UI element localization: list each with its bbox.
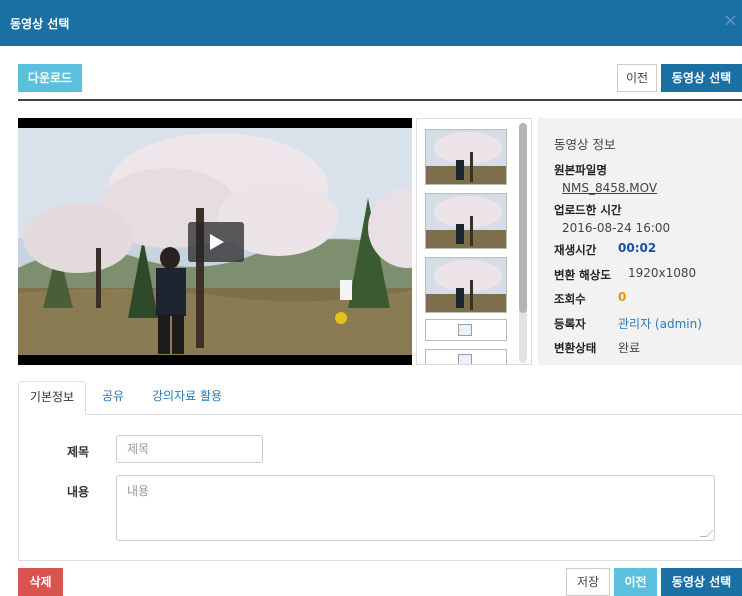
dialog-title: 동영상 선택: [10, 17, 70, 31]
broken-image-icon: [458, 354, 472, 364]
broken-image-icon: [458, 324, 472, 336]
title-input[interactable]: 제목: [116, 435, 263, 463]
video-player[interactable]: [18, 118, 412, 365]
tab-lecture-material[interactable]: 강의자료 활용: [152, 381, 222, 415]
video-info-panel: 동영상 정보 원본파일명 NMS_8458.MOV 업로드한 시간 2016-0…: [538, 118, 742, 365]
status-value: 완료: [618, 341, 641, 355]
original-filename-label: 원본파일명: [554, 163, 607, 177]
content-placeholder: 내용: [127, 484, 150, 498]
thumbnail-image: [426, 130, 506, 184]
tab-bar: 기본정보 공유 강의자료 활용: [18, 381, 742, 415]
thumbnail-item[interactable]: [425, 319, 507, 341]
duration-label: 재생시간: [554, 243, 597, 257]
play-icon: [210, 234, 224, 250]
tab-share[interactable]: 공유: [102, 381, 124, 415]
thumbnail-image: [426, 194, 506, 248]
delete-button[interactable]: 삭제: [18, 568, 63, 596]
info-heading: 동영상 정보: [554, 137, 616, 152]
download-button[interactable]: 다운로드: [18, 64, 82, 92]
title-field-label: 제목: [67, 445, 90, 459]
footer-prev-button[interactable]: 이전: [614, 568, 657, 596]
thumbnail-image: [426, 258, 506, 312]
play-button[interactable]: [188, 222, 244, 262]
resolution-value: 1920x1080: [628, 266, 697, 280]
upload-time-value: 2016-08-24 16:00: [562, 221, 671, 235]
content-field-label: 내용: [67, 485, 90, 499]
close-icon[interactable]: ×: [723, 12, 738, 30]
content-textarea[interactable]: 내용: [116, 475, 715, 541]
select-video-button[interactable]: 동영상 선택: [661, 64, 742, 92]
tab-basic-info[interactable]: 기본정보: [18, 381, 86, 415]
basic-info-form: 제목 제목 내용 내용: [18, 415, 742, 561]
save-button[interactable]: 저장: [566, 568, 610, 596]
thumbnail-item[interactable]: [425, 193, 507, 249]
duration-value: 00:02: [618, 241, 657, 255]
upload-time-label: 업로드한 시간: [554, 203, 622, 217]
thumbnail-item[interactable]: [425, 257, 507, 313]
prev-button[interactable]: 이전: [617, 64, 657, 92]
views-label: 조회수: [554, 292, 586, 306]
dialog-titlebar: 동영상 선택 ×: [0, 0, 742, 46]
thumbnail-item[interactable]: [425, 129, 507, 185]
thumbnail-scrollbar-thumb[interactable]: [519, 123, 527, 313]
owner-label: 등록자: [554, 317, 586, 331]
owner-value[interactable]: 관리자 (admin): [618, 315, 702, 332]
status-label: 변환상태: [554, 341, 597, 355]
original-filename-value[interactable]: NMS_8458.MOV: [562, 181, 657, 195]
footer-select-video-button[interactable]: 동영상 선택: [661, 568, 742, 596]
thumbnail-item[interactable]: [425, 349, 507, 364]
resize-handle-icon[interactable]: [699, 530, 714, 537]
views-value: 0: [618, 290, 627, 304]
thumbnail-list[interactable]: [416, 118, 532, 365]
resolution-label: 변환 해상도: [554, 268, 611, 282]
toolbar-divider: [18, 99, 742, 101]
